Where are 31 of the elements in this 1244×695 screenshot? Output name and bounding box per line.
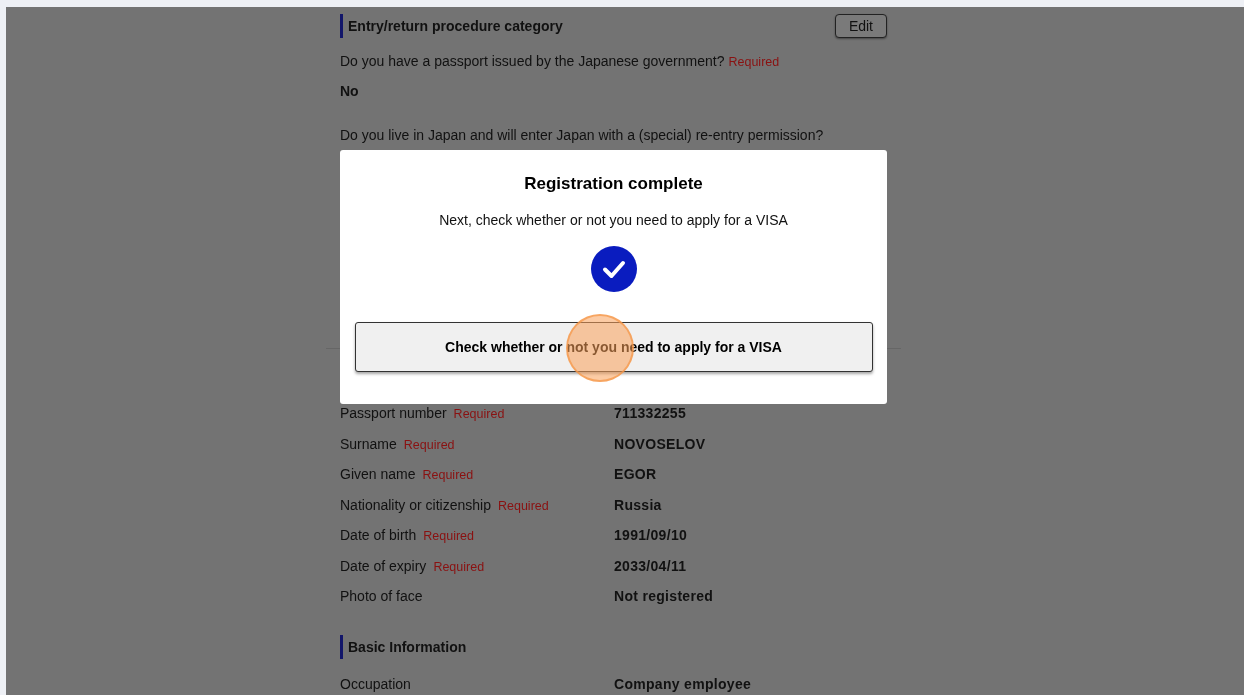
field-value: Company employee (614, 675, 752, 692)
field-label: Photo of face (340, 588, 423, 605)
field-value: EGOR (614, 466, 657, 483)
field-label: Given name (340, 466, 416, 483)
field-label: Nationality or citizenship (340, 496, 491, 513)
check-circle-icon (590, 246, 637, 292)
edit-button[interactable]: Edit (834, 13, 887, 38)
field-value: Not registered (614, 588, 714, 605)
field-value: 711332255 (614, 405, 686, 422)
field-value: 2033/04/11 (614, 557, 687, 574)
required-tag: Required (423, 529, 474, 544)
dialog-title: Registration complete (524, 174, 703, 194)
question-text: Do you have a passport issued by the Japanese government? Required (340, 52, 781, 71)
field-value: NOVOSELOV (614, 435, 706, 452)
section-title: Entry/return procedure category (340, 13, 563, 38)
dialog-message: Next, check whether or not you need to apply for a VISA (439, 212, 788, 228)
required-tag: Required (403, 437, 455, 452)
field-value: Russia (614, 496, 662, 513)
required-tag: Required (433, 559, 485, 574)
required-tag: Required (422, 468, 474, 483)
section-title: Basic Information (340, 635, 467, 659)
field-label: Surname (340, 435, 397, 452)
required-tag: Required (453, 407, 505, 422)
required-tag: Required (497, 498, 549, 513)
answer-text: No (340, 83, 360, 99)
question-text: Do you live in Japan and will enter Japan with a (special) re-entry permission? (340, 126, 825, 144)
field-label: Date of birth (340, 527, 417, 544)
field-label: Occupation (340, 675, 411, 692)
field-value: 1991/09/10 (614, 527, 688, 544)
field-label: Passport number (340, 405, 447, 422)
field-label: Date of expiry (340, 557, 427, 574)
